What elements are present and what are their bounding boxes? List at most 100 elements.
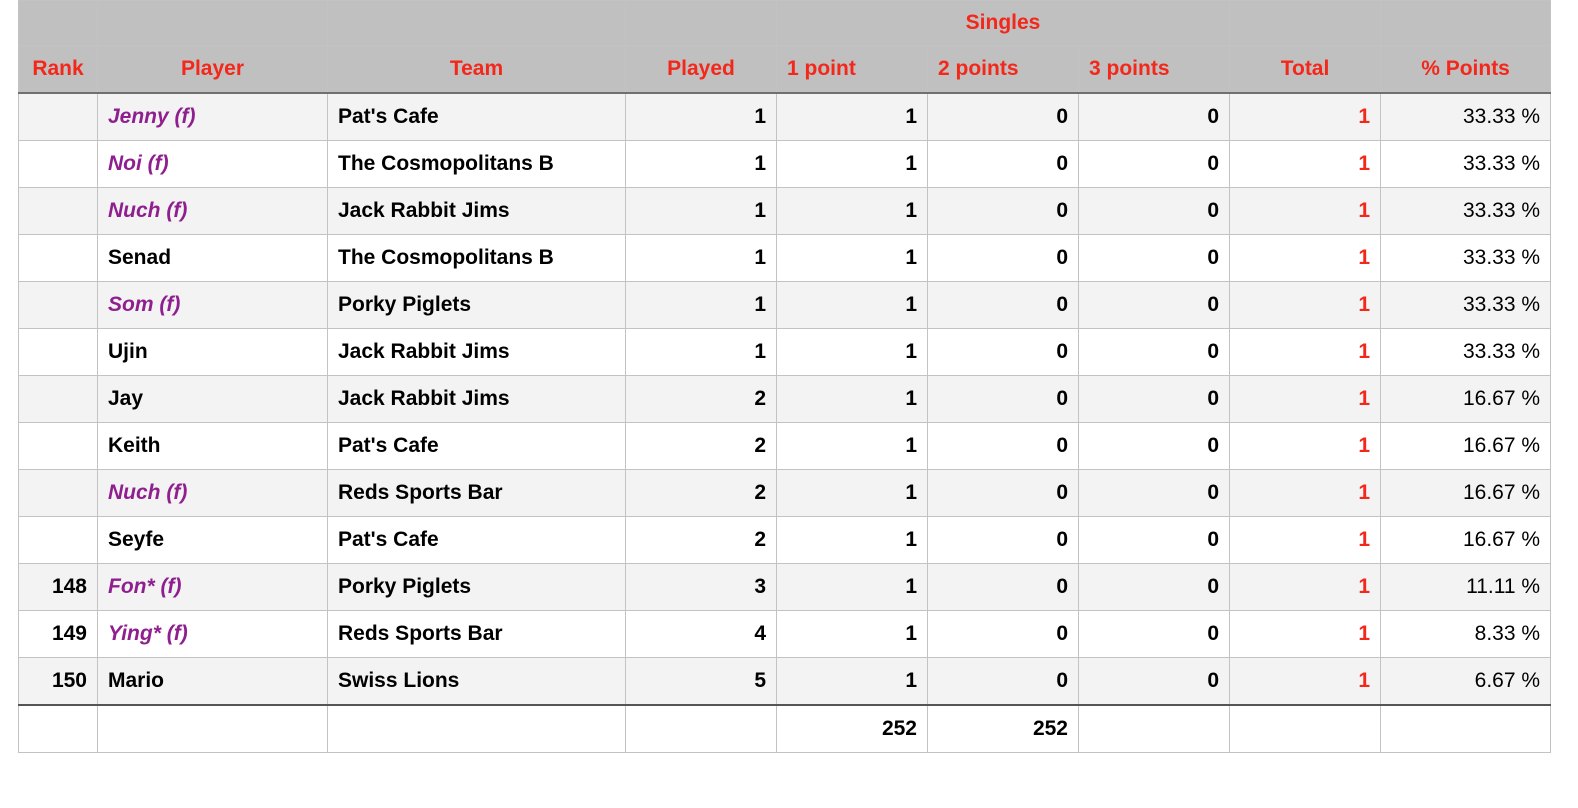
table-row[interactable]: Noi (f) The Cosmopolitans B 1 1 0 0 1 33.33 % — [18, 140, 1552, 188]
cell-team: Swiss Lions — [327, 657, 626, 706]
cell-played: 4 — [625, 610, 777, 658]
cell-pct-points: 33.33 % — [1380, 328, 1552, 376]
footer-played — [625, 704, 777, 753]
cell-played: 1 — [625, 92, 777, 141]
cell-pct-points: 33.33 % — [1380, 234, 1552, 282]
table-row[interactable]: Seyfe Pat's Cafe 2 1 0 0 1 16.67 % — [18, 516, 1552, 564]
column-header-player[interactable]: Player — [97, 45, 328, 94]
cell-rank — [18, 469, 98, 517]
cell-total: 1 — [1229, 516, 1382, 564]
column-header-3-points[interactable]: 3 points — [1077, 45, 1231, 94]
cell-player: Noi (f) — [97, 140, 328, 188]
cell-3-points: 0 — [1077, 234, 1231, 282]
header-column-row: Rank Player Team Played 1 point 2 points… — [18, 45, 1552, 94]
header-group-singles: Singles — [775, 0, 1231, 46]
cell-2-points: 0 — [927, 375, 1079, 423]
table-row[interactable]: Jenny (f) Pat's Cafe 1 1 0 0 1 33.33 % — [18, 92, 1552, 141]
table-row[interactable]: Ujin Jack Rabbit Jims 1 1 0 0 1 33.33 % — [18, 328, 1552, 376]
cell-player: Jenny (f) — [97, 92, 328, 141]
cell-player: Nuch (f) — [97, 187, 328, 235]
header-group-spacer — [625, 0, 777, 46]
cell-pct-points: 33.33 % — [1380, 140, 1552, 188]
footer-3-points — [1077, 704, 1231, 753]
table-row[interactable]: Som (f) Porky Piglets 1 1 0 0 1 33.33 % — [18, 281, 1552, 329]
cell-2-points: 0 — [927, 516, 1079, 564]
cell-played: 2 — [625, 375, 777, 423]
column-header-team[interactable]: Team — [327, 45, 626, 94]
footer-pct-points — [1380, 704, 1552, 753]
cell-3-points: 0 — [1077, 563, 1231, 611]
cell-1-point: 1 — [776, 563, 928, 611]
cell-1-point: 1 — [776, 328, 928, 376]
cell-3-points: 0 — [1077, 375, 1231, 423]
table-row[interactable]: 150 Mario Swiss Lions 5 1 0 0 1 6.67 % — [18, 657, 1552, 706]
cell-2-points: 0 — [927, 140, 1079, 188]
cell-3-points: 0 — [1077, 657, 1231, 706]
cell-1-point: 1 — [776, 281, 928, 329]
header-group-row: Singles — [18, 0, 1552, 46]
cell-pct-points: 16.67 % — [1380, 469, 1552, 517]
table-row[interactable]: 148 Fon* (f) Porky Piglets 3 1 0 0 1 11.11 % — [18, 563, 1552, 611]
cell-rank: 148 — [18, 563, 98, 611]
cell-total: 1 — [1229, 563, 1382, 611]
cell-rank: 149 — [18, 610, 98, 658]
player-stats-table: Singles Rank Player Team Played 1 point … — [18, 0, 1552, 753]
cell-total: 1 — [1229, 281, 1382, 329]
cell-pct-points: 33.33 % — [1380, 92, 1552, 141]
cell-team: Jack Rabbit Jims — [327, 187, 626, 235]
column-header-rank[interactable]: Rank — [18, 45, 98, 94]
cell-rank — [18, 187, 98, 235]
table-row[interactable]: Jay Jack Rabbit Jims 2 1 0 0 1 16.67 % — [18, 375, 1552, 423]
cell-played: 1 — [625, 140, 777, 188]
cell-1-point: 1 — [776, 234, 928, 282]
column-header-played[interactable]: Played — [625, 45, 777, 94]
totals-row: 252 252 — [18, 704, 1552, 753]
header-group-spacer — [1229, 0, 1382, 46]
cell-pct-points: 33.33 % — [1380, 187, 1552, 235]
table-row[interactable]: 149 Ying* (f) Reds Sports Bar 4 1 0 0 1 8.33 % — [18, 610, 1552, 658]
cell-1-point: 1 — [776, 422, 928, 470]
cell-1-point: 1 — [776, 516, 928, 564]
cell-rank — [18, 516, 98, 564]
cell-player: Som (f) — [97, 281, 328, 329]
cell-played: 2 — [625, 422, 777, 470]
cell-player: Nuch (f) — [97, 469, 328, 517]
cell-team: Reds Sports Bar — [327, 469, 626, 517]
cell-3-points: 0 — [1077, 281, 1231, 329]
footer-2-points-total: 252 — [927, 704, 1079, 753]
cell-3-points: 0 — [1077, 328, 1231, 376]
cell-total: 1 — [1229, 92, 1382, 141]
cell-total: 1 — [1229, 422, 1382, 470]
column-header-pct-points[interactable]: % Points — [1380, 45, 1552, 94]
cell-1-point: 1 — [776, 92, 928, 141]
cell-3-points: 0 — [1077, 610, 1231, 658]
cell-pct-points: 6.67 % — [1380, 657, 1552, 706]
cell-played: 1 — [625, 281, 777, 329]
table-row[interactable]: Senad The Cosmopolitans B 1 1 0 0 1 33.33 % — [18, 234, 1552, 282]
table-row[interactable]: Nuch (f) Jack Rabbit Jims 1 1 0 0 1 33.33 % — [18, 187, 1552, 235]
table-header: Singles Rank Player Team Played 1 point … — [18, 0, 1552, 94]
column-header-total[interactable]: Total — [1229, 45, 1382, 94]
cell-rank — [18, 92, 98, 141]
cell-1-point: 1 — [776, 657, 928, 706]
cell-player: Ujin — [97, 328, 328, 376]
cell-2-points: 0 — [927, 187, 1079, 235]
footer-player — [97, 704, 328, 753]
cell-played: 2 — [625, 516, 777, 564]
cell-3-points: 0 — [1077, 187, 1231, 235]
cell-2-points: 0 — [927, 281, 1079, 329]
column-header-2-points[interactable]: 2 points — [927, 45, 1079, 94]
table-body: Jenny (f) Pat's Cafe 1 1 0 0 1 33.33 % Noi (f) Th… — [18, 92, 1552, 706]
header-group-spacer — [97, 0, 328, 46]
column-header-1-point[interactable]: 1 point — [776, 45, 928, 94]
cell-player: Senad — [97, 234, 328, 282]
cell-player: Ying* (f) — [97, 610, 328, 658]
header-group-spacer — [327, 0, 626, 46]
cell-total: 1 — [1229, 328, 1382, 376]
cell-played: 1 — [625, 187, 777, 235]
table-row[interactable]: Keith Pat's Cafe 2 1 0 0 1 16.67 % — [18, 422, 1552, 470]
table-row[interactable]: Nuch (f) Reds Sports Bar 2 1 0 0 1 16.67 % — [18, 469, 1552, 517]
cell-3-points: 0 — [1077, 516, 1231, 564]
cell-1-point: 1 — [776, 187, 928, 235]
cell-player: Fon* (f) — [97, 563, 328, 611]
